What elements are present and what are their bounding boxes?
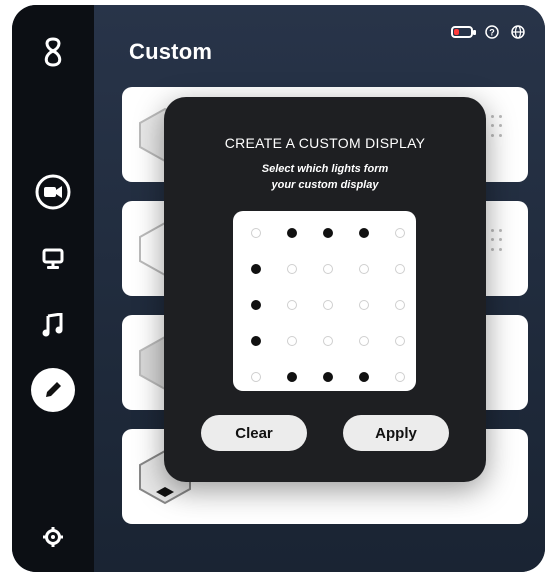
modal-subtitle: Select which lights form your custom dis… bbox=[204, 161, 446, 193]
gear-icon[interactable] bbox=[33, 517, 73, 557]
monitor-icon[interactable] bbox=[33, 239, 73, 279]
light-dot[interactable] bbox=[251, 264, 261, 274]
light-dot[interactable] bbox=[287, 300, 297, 310]
drag-handle-icon[interactable] bbox=[491, 229, 503, 253]
pencil-icon[interactable] bbox=[31, 368, 75, 412]
modal-title: CREATE A CUSTOM DISPLAY bbox=[224, 135, 426, 151]
clear-button[interactable]: Clear bbox=[201, 415, 307, 451]
battery-icon bbox=[451, 26, 476, 38]
light-dot[interactable] bbox=[323, 264, 333, 274]
light-dot[interactable] bbox=[287, 228, 297, 238]
light-dot[interactable] bbox=[359, 336, 369, 346]
help-icon[interactable]: ? bbox=[485, 25, 499, 39]
sidebar bbox=[12, 5, 94, 572]
light-dot[interactable] bbox=[323, 336, 333, 346]
light-dot[interactable] bbox=[251, 372, 261, 382]
light-dot[interactable] bbox=[359, 264, 369, 274]
light-dot[interactable] bbox=[287, 372, 297, 382]
modal-subtitle-line2: your custom display bbox=[271, 179, 379, 191]
light-dot[interactable] bbox=[395, 228, 405, 238]
light-dot[interactable] bbox=[359, 300, 369, 310]
light-dot[interactable] bbox=[359, 228, 369, 238]
light-dot[interactable] bbox=[251, 228, 261, 238]
svg-text:?: ? bbox=[489, 28, 495, 38]
custom-display-modal: CREATE A CUSTOM DISPLAY Select which lig… bbox=[164, 97, 486, 482]
light-dot[interactable] bbox=[323, 372, 333, 382]
light-dot[interactable] bbox=[395, 372, 405, 382]
light-dot[interactable] bbox=[251, 300, 261, 310]
light-dot[interactable] bbox=[395, 264, 405, 274]
light-dot[interactable] bbox=[251, 336, 261, 346]
page-title: Custom bbox=[129, 39, 213, 64]
battery-fill bbox=[454, 29, 459, 35]
globe-icon[interactable] bbox=[511, 25, 525, 39]
music-icon[interactable] bbox=[33, 305, 73, 345]
top-status-bar: ? bbox=[451, 25, 525, 39]
light-dot[interactable] bbox=[395, 336, 405, 346]
light-dot[interactable] bbox=[323, 228, 333, 238]
light-grid bbox=[233, 211, 416, 391]
video-icon[interactable] bbox=[33, 172, 73, 212]
light-dot[interactable] bbox=[287, 336, 297, 346]
light-dot[interactable] bbox=[359, 372, 369, 382]
modal-subtitle-line1: Select which lights form bbox=[261, 163, 389, 175]
light-dot[interactable] bbox=[395, 300, 405, 310]
logo-icon bbox=[41, 37, 65, 67]
apply-button[interactable]: Apply bbox=[343, 415, 449, 451]
light-dot[interactable] bbox=[287, 264, 297, 274]
drag-handle-icon[interactable] bbox=[491, 115, 503, 139]
light-dot[interactable] bbox=[323, 300, 333, 310]
